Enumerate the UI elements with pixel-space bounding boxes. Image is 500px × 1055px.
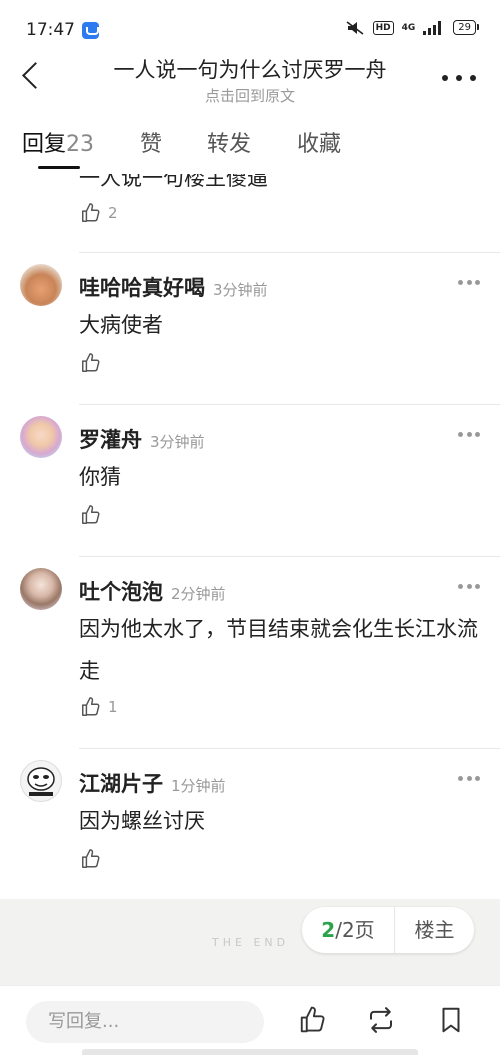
current-page: 2: [321, 918, 336, 942]
reply-timestamp: 3分钟前: [213, 281, 268, 299]
reply-username-text: 哇哈哈真好喝: [79, 276, 205, 300]
tab-replies[interactable]: 回复23: [22, 126, 94, 158]
reply-username-text: 吐个泡泡: [79, 580, 163, 604]
thumbs-up-icon: [82, 203, 100, 222]
owner-only-button[interactable]: 楼主: [395, 907, 474, 953]
reply-content: 因为他太水了，节目结束就会化生长江水流走: [79, 617, 478, 683]
repost-icon[interactable]: [366, 1004, 396, 1036]
page-switcher: 2/2页 楼主: [302, 907, 474, 953]
bottom-action-bar: 写回复...: [0, 985, 500, 1055]
thumbs-up-icon: [82, 849, 100, 868]
battery-icon: 29: [453, 20, 479, 35]
more-dots-icon[interactable]: [458, 584, 480, 590]
tab-bar: 回复23 赞 转发 收藏: [0, 118, 500, 174]
reply-timestamp: 1分钟前: [171, 777, 226, 795]
avatar[interactable]: [20, 416, 62, 458]
thumbs-up-icon: [82, 353, 100, 372]
meme-face-icon: [27, 767, 55, 796]
avatar[interactable]: [20, 760, 62, 802]
tab-active-indicator: [38, 166, 80, 169]
reply-username-text: 罗灌舟: [79, 428, 142, 452]
page-total: /2页: [335, 918, 375, 942]
reply-username[interactable]: 吐个泡泡 2分钟前: [79, 576, 226, 606]
reply-username-text: 江湖片子: [79, 772, 163, 796]
more-dots-icon[interactable]: [458, 432, 480, 438]
avatar[interactable]: [20, 264, 62, 306]
partial-reply-content: 一人说一句楼主傻逼: [79, 174, 268, 190]
back-arrow-icon[interactable]: [16, 58, 46, 94]
partial-reply-like-button[interactable]: 2: [80, 202, 118, 224]
thumbs-up-icon[interactable]: [298, 1004, 328, 1036]
mute-icon: [346, 20, 364, 35]
tab-likes[interactable]: 赞: [140, 126, 162, 158]
reply-list[interactable]: 一人说一句楼主傻逼 2 哇哈哈真好喝 3分钟前 大病使者 罗灌舟 3分钟前 你猜: [0, 174, 500, 900]
status-indicators: HD 4G 29: [345, 20, 479, 35]
thumbs-up-icon: [82, 697, 100, 716]
nav-bar: 一人说一句为什么讨厌罗一舟 点击回到原文: [0, 48, 500, 112]
bookmark-icon[interactable]: [436, 1004, 466, 1036]
reply-item: 江湖片子 1分钟前 因为螺丝讨厌: [0, 748, 500, 900]
reply-item: 哇哈哈真好喝 3分钟前 大病使者: [0, 252, 500, 404]
tab-replies-label: 回复: [22, 132, 67, 157]
reply-like-button[interactable]: 1: [80, 696, 118, 718]
end-text: THE END: [212, 936, 290, 949]
avatar[interactable]: [20, 568, 62, 610]
tab-reposts[interactable]: 转发: [207, 126, 251, 158]
reply-content: 大病使者: [79, 313, 163, 337]
page-title[interactable]: 一人说一句为什么讨厌罗一舟: [70, 54, 430, 84]
reply-timestamp: 3分钟前: [150, 433, 205, 451]
reply-like-button[interactable]: [80, 504, 108, 526]
like-count: 1: [108, 698, 118, 716]
reply-content: 你猜: [79, 465, 121, 489]
reply-timestamp: 2分钟前: [171, 585, 226, 603]
more-dots-icon[interactable]: [458, 776, 480, 782]
thumbs-up-icon: [82, 505, 100, 524]
reply-username[interactable]: 罗灌舟 3分钟前: [79, 424, 205, 454]
reply-item: 吐个泡泡 2分钟前 因为他太水了，节目结束就会化生长江水流走 1: [0, 556, 500, 748]
page-indicator-button[interactable]: 2/2页: [302, 907, 394, 953]
end-of-thread-bar: THE END 2/2页 楼主: [0, 899, 500, 985]
back-to-original-link[interactable]: 点击回到原文: [70, 85, 430, 106]
network-type: 4G: [401, 22, 416, 33]
reply-username[interactable]: 哇哈哈真好喝 3分钟前: [79, 272, 268, 302]
more-dots-icon[interactable]: [458, 280, 480, 286]
home-indicator: [82, 1049, 418, 1055]
reply-like-button[interactable]: [80, 352, 108, 374]
tab-replies-count: 23: [66, 132, 95, 157]
more-dots-icon[interactable]: [442, 72, 476, 84]
tab-favorites[interactable]: 收藏: [297, 126, 341, 158]
like-count: 2: [108, 204, 118, 222]
reply-content: 因为螺丝讨厌: [79, 809, 205, 833]
status-time: 17:47: [26, 20, 75, 40]
reply-input[interactable]: 写回复...: [26, 1001, 264, 1043]
reply-item: 罗灌舟 3分钟前 你猜: [0, 404, 500, 556]
signal-icon: [423, 20, 445, 35]
hd-badge: HD: [372, 20, 394, 35]
reply-username[interactable]: 江湖片子 1分钟前: [79, 768, 226, 798]
app-notification-icon: [82, 22, 99, 39]
reply-like-button[interactable]: [80, 848, 108, 870]
